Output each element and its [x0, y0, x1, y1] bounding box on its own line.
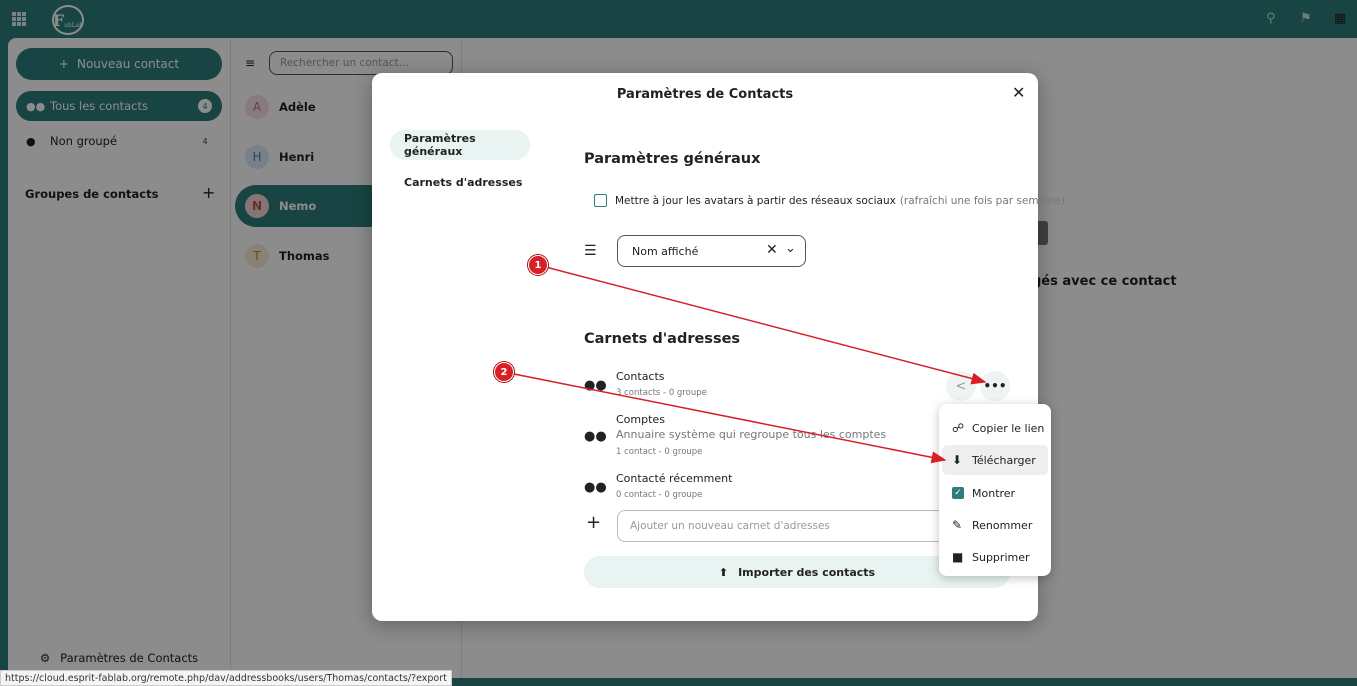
sort-select[interactable]: Nom affiché ✕ ⌄ — [617, 235, 806, 267]
addressbook-item: ●● Comptes Annuaire système qui regroupe… — [584, 413, 887, 457]
addressbook-item: ●● Contacts 3 contacts - 0 groupe — [584, 370, 707, 398]
checkbox-checked-icon: ✓ — [952, 487, 964, 499]
avatar-update-option[interactable]: Mettre à jour les avatars à partir des r… — [594, 194, 1065, 207]
close-icon[interactable]: ✕ — [1012, 83, 1025, 102]
annotation-badge-2: 2 — [494, 362, 514, 382]
settings-nav-addressbooks[interactable]: Carnets d'adresses — [390, 167, 530, 197]
menu-item-delete[interactable]: ■ Supprimer — [942, 542, 1048, 572]
menu-item-rename[interactable]: ✎ Renommer — [942, 510, 1048, 540]
pencil-icon: ✎ — [952, 518, 963, 532]
menu-item-show[interactable]: ✓ Montrer — [942, 478, 1048, 508]
users-icon: ●● — [584, 480, 607, 495]
add-icon: + — [586, 512, 602, 533]
share-icon[interactable]: < — [946, 371, 976, 401]
general-section-title: Paramètres généraux — [584, 151, 761, 167]
menu-item-download[interactable]: ⬇ Télécharger — [942, 445, 1048, 475]
addressbook-item: ●● Contacté récemment 0 contact - 0 grou… — [584, 472, 733, 500]
modal-title: Paramètres de Contacts — [616, 87, 794, 102]
addressbooks-section-title: Carnets d'adresses — [584, 331, 741, 347]
status-bar-url: https://cloud.esprit-fablab.org/remote.p… — [0, 670, 452, 686]
addressbook-actions-menu: ☍ Copier le lien ⬇ Télécharger ✓ Montrer… — [939, 404, 1051, 576]
clear-icon[interactable]: ✕ — [766, 242, 778, 258]
more-actions-button[interactable]: ••• — [980, 371, 1010, 401]
settings-nav-general[interactable]: Paramètres généraux — [390, 130, 530, 160]
link-icon: ☍ — [952, 421, 965, 435]
upload-icon: ⬆ — [718, 565, 729, 579]
users-icon: ●● — [584, 429, 607, 444]
download-icon: ⬇ — [952, 453, 963, 467]
trash-icon: ■ — [952, 550, 964, 564]
checkbox[interactable] — [594, 194, 607, 207]
users-icon: ●● — [584, 378, 607, 393]
annotation-badge-1: 1 — [528, 255, 548, 275]
new-addressbook-input[interactable]: Ajouter un nouveau carnet d'adresses — [617, 510, 947, 542]
chevron-down-icon[interactable]: ⌄ — [785, 241, 796, 256]
sort-list-icon: ☰ — [584, 243, 597, 259]
menu-item-copy-link[interactable]: ☍ Copier le lien — [942, 413, 1048, 443]
